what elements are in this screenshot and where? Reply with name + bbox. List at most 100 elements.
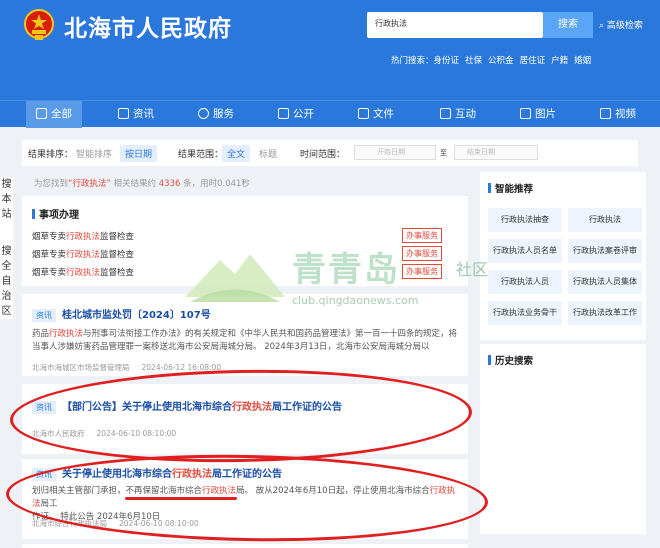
item-keyword: 行政执法 <box>66 232 101 242</box>
recommend-title: 智能推荐 <box>488 181 533 195</box>
scope-char: 搜 <box>1 246 12 257</box>
recommend-tag[interactable]: 行政执法人员名单 <box>488 239 562 263</box>
tab-images[interactable]: 图片 <box>520 101 556 128</box>
recommend-title-text: 智能推荐 <box>495 184 534 195</box>
tab-interact[interactable]: 互动 <box>440 101 476 128</box>
advanced-search-label: 高级检索 <box>606 21 643 31</box>
scope-char: 区 <box>1 306 12 317</box>
advanced-search-link[interactable]: ⌕ 高级检索 <box>599 18 643 31</box>
tab-label: 资讯 <box>133 108 154 120</box>
recommend-panel: 智能推荐 行政执法抽查 行政执法 行政执法人员名单 行政执法案卷评审 行政执法人… <box>480 172 646 340</box>
snippet-text: 局。 故从2024年6月10日起，停止使用北海市综合 <box>236 486 430 496</box>
service-button[interactable]: 办事服务 <box>402 228 442 243</box>
service-button[interactable]: 办事服务 <box>402 264 442 279</box>
item-keyword: 行政执法 <box>66 268 101 278</box>
title-bar <box>32 209 35 219</box>
count-keyword: “行政执法” <box>68 179 111 189</box>
tab-label: 图片 <box>535 108 556 120</box>
result-count: 为您找到“行政执法” 相关结果约 4336 条，用时0.041秒 <box>34 177 250 189</box>
result-source: 北海市海城区市场监督管理局 <box>32 363 130 372</box>
end-date-input[interactable]: 结束日期 <box>454 145 538 160</box>
start-date-input[interactable]: 开始日期 <box>354 145 436 160</box>
sort-smart[interactable]: 智能排序 <box>76 147 112 160</box>
item-keyword: 行政执法 <box>66 250 101 260</box>
recommend-tag[interactable]: 行政执法人员 <box>488 270 562 294</box>
scope-char: 全 <box>1 261 12 272</box>
hot-term[interactable]: 社保 <box>465 56 482 66</box>
tab-public[interactable]: 公开 <box>278 101 314 128</box>
result-item-partial <box>22 544 468 548</box>
snippet-keyword: 行政执法 <box>49 329 84 339</box>
hot-term[interactable]: 公积金 <box>488 56 514 66</box>
scope-char: 搜 <box>1 179 12 190</box>
result-tag: 资讯 <box>32 401 56 414</box>
range-fulltext[interactable]: 全文 <box>222 145 251 162</box>
result-title-text: 关于停止使用北海市综合 <box>62 469 172 480</box>
item-text: 烟草专卖 <box>32 232 67 242</box>
tab-news[interactable]: 资讯 <box>118 101 154 128</box>
history-panel: 历史搜索 <box>480 344 646 534</box>
range-title[interactable]: 标题 <box>259 147 277 160</box>
service-item[interactable]: 烟草专卖行政执法监督检查 <box>32 248 134 260</box>
result-title[interactable]: 资讯 桂北城市监处罚〔2024〕107号 <box>32 306 211 322</box>
result-source: 北海市人民政府 <box>32 429 85 438</box>
result-item: 资讯 关于停止使用北海市综合行政执法局工作证的公告 划归相关主管部门承担，不再保留… <box>22 459 468 539</box>
count-suffix: 条，用时0.041秒 <box>183 179 250 189</box>
service-card-title: 事项办理 <box>32 206 79 221</box>
site-header: 北海市人民政府 行政执法 搜索 ⌕ 高级检索 热门搜索：身份证 社保 公积金 居住证户… <box>0 0 660 100</box>
result-date: 2024-06-10 08:10:00 <box>119 519 199 528</box>
recommend-tag[interactable]: 行政执法人员集体 <box>568 270 642 294</box>
recommend-tag[interactable]: 行政执法 <box>568 208 642 232</box>
result-tag: 资讯 <box>32 468 56 481</box>
count-prefix: 为您找到 <box>34 179 69 189</box>
search-input[interactable]: 行政执法 <box>367 12 543 38</box>
result-date: 2024-06-12 16:08:00 <box>141 363 222 372</box>
recommend-tag[interactable]: 行政执法改革工作 <box>568 301 642 325</box>
item-text: 监督检查 <box>100 250 135 260</box>
result-snippet: 药品行政执法与刑事司法衔接工作办法》的有关规定和《中华人民共和国药品管理法》第一… <box>32 328 460 354</box>
item-text: 监督检查 <box>100 268 135 278</box>
grid-icon <box>36 108 47 119</box>
service-title-text: 事项办理 <box>39 210 79 221</box>
heart-icon <box>198 108 209 119</box>
snippet-text: 药品 <box>32 329 50 339</box>
title-bar <box>488 355 491 365</box>
tab-files[interactable]: 文件 <box>358 101 394 128</box>
snippet-text: 当事人涉嫌妨害药品管理罪一案移送北海市公安局海城分局。 2024年3月13日，北… <box>32 342 430 352</box>
tab-all[interactable]: 全部 <box>26 101 82 128</box>
image-icon <box>520 108 531 119</box>
annotation-underline <box>125 497 237 500</box>
tab-label: 公开 <box>293 108 314 120</box>
hot-term[interactable]: 身份证 <box>434 56 460 66</box>
scope-switcher[interactable]: 搜 本 站 搜 全 自 治 区 <box>0 177 13 319</box>
service-item[interactable]: 烟草专卖行政执法监督检查 <box>32 266 134 278</box>
result-date: 2024-06-10 08:10:00 <box>96 429 177 438</box>
date-separator: 至 <box>440 149 447 157</box>
count-middle: 相关结果约 <box>113 179 157 189</box>
site-title: 北海市人民政府 <box>64 15 232 42</box>
snippet-text: 划归相关主管部门承担，不再保留北海市综合 <box>32 486 203 496</box>
news-icon <box>118 108 129 119</box>
tab-service[interactable]: 服务 <box>198 101 234 128</box>
tab-label: 全部 <box>51 108 72 120</box>
service-item[interactable]: 烟草专卖行政执法监督检查 <box>32 230 134 242</box>
result-source: 北海市综合行政执法局 <box>32 519 107 528</box>
sort-by-date[interactable]: 按日期 <box>120 145 158 162</box>
count-number: 4336 <box>158 179 181 189</box>
service-button[interactable]: 办事服务 <box>402 246 442 261</box>
recommend-tag[interactable]: 行政执法抽查 <box>488 208 562 232</box>
chat-icon <box>440 108 451 119</box>
result-meta: 北海市海城区市场监督管理局 2024-06-12 16:08:00 <box>32 362 233 373</box>
hot-term[interactable]: 居住证 <box>520 56 546 66</box>
search-button[interactable]: 搜索 <box>543 12 593 38</box>
hot-term[interactable]: 婚姻 <box>574 56 591 66</box>
scope-char: 治 <box>1 291 12 302</box>
result-title[interactable]: 资讯 关于停止使用北海市综合行政执法局工作证的公告 <box>32 465 282 481</box>
tab-video[interactable]: 视频 <box>600 101 636 128</box>
hot-searches: 热门搜索：身份证 社保 公积金 居住证 户籍 婚姻 <box>391 54 597 66</box>
recommend-tag[interactable]: 行政执法案卷评审 <box>568 239 642 263</box>
hot-term[interactable]: 户籍 <box>551 56 568 66</box>
recommend-tag[interactable]: 行政执法业务骨干 <box>488 301 562 325</box>
result-title[interactable]: 资讯 【部门公告】关于停止使用北海市综合行政执法局工作证的公告 <box>32 398 342 414</box>
service-card: 事项办理 烟草专卖行政执法监督检查 办事服务 烟草专卖行政执法监督检查 办事服务… <box>22 196 468 286</box>
